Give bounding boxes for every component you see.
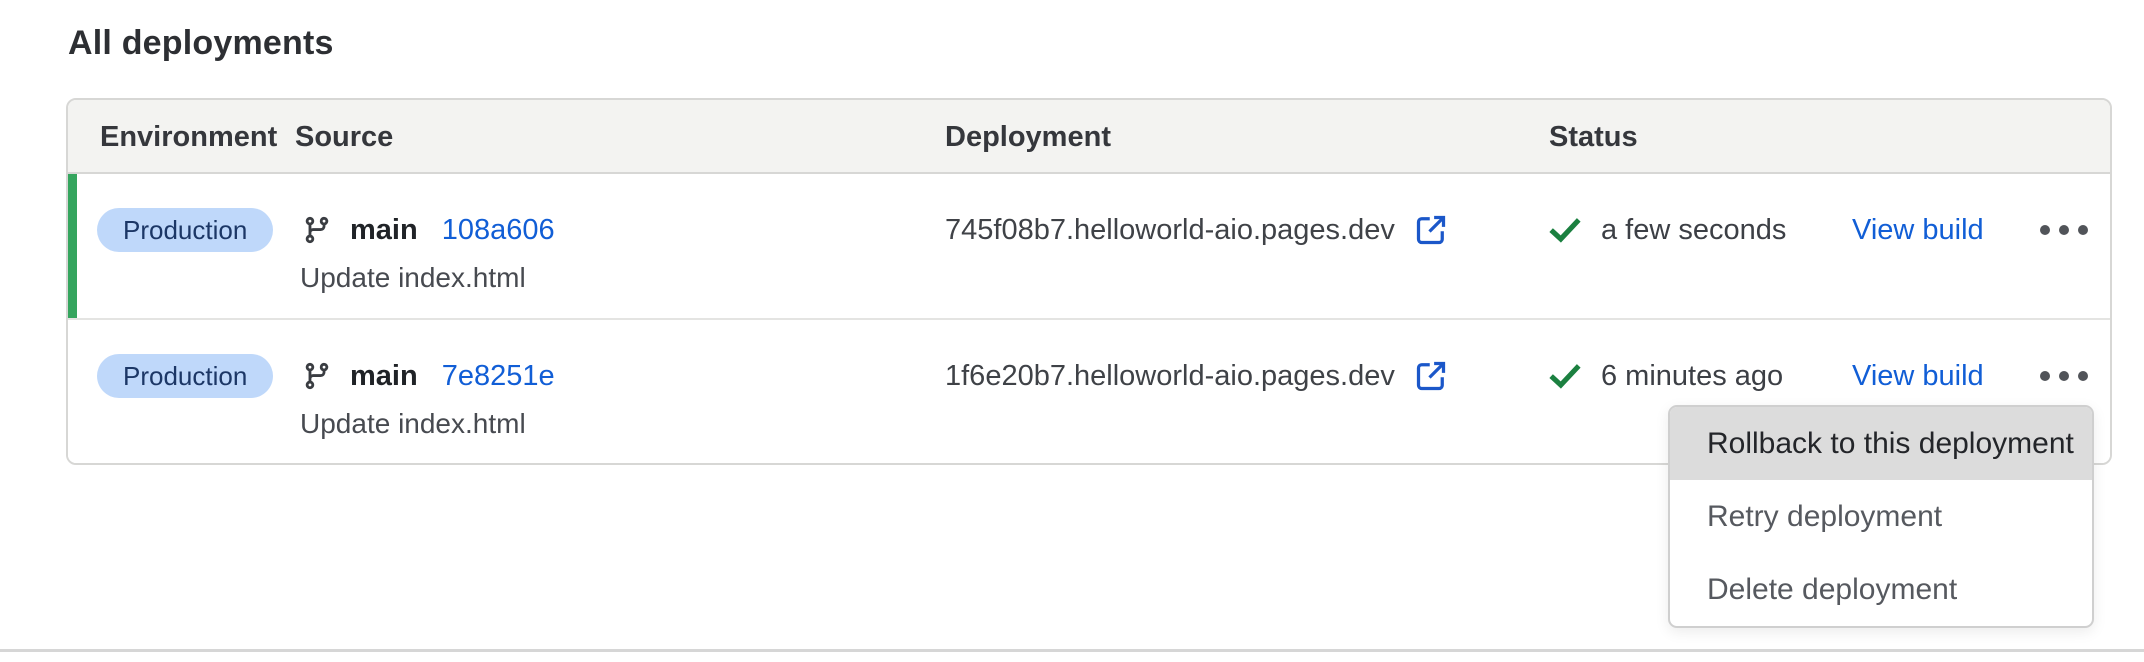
deployment-actions-button[interactable] <box>2022 354 2106 398</box>
ellipsis-icon <box>2040 225 2050 235</box>
source-cell: main 108a606 <box>302 208 555 252</box>
deployment-row: Production main 108a606 Update index.htm… <box>68 174 2110 318</box>
status-time: 6 minutes ago <box>1601 360 1783 393</box>
success-check-icon <box>1547 212 1583 248</box>
git-branch-icon <box>302 215 332 245</box>
deployment-actions-button[interactable] <box>2022 208 2106 252</box>
git-branch-icon <box>302 361 332 391</box>
status-cell: a few seconds <box>1547 208 1786 252</box>
column-header-source: Source <box>295 100 393 174</box>
environment-badge: Production <box>97 208 273 252</box>
column-header-status: Status <box>1549 100 1638 174</box>
table-header-row: Environment Source Deployment Status <box>68 100 2110 174</box>
status-cell: 6 minutes ago <box>1547 354 1783 398</box>
environment-badge: Production <box>97 354 273 398</box>
menu-item-rollback[interactable]: Rollback to this deployment <box>1670 407 2092 480</box>
menu-item-delete[interactable]: Delete deployment <box>1670 553 2092 626</box>
ellipsis-icon <box>2040 371 2050 381</box>
branch-name: main <box>350 360 418 393</box>
column-header-deployment: Deployment <box>945 100 1111 174</box>
status-time: a few seconds <box>1601 214 1786 247</box>
source-cell: main 7e8251e <box>302 354 555 398</box>
commit-link[interactable]: 108a606 <box>442 214 555 247</box>
menu-item-retry[interactable]: Retry deployment <box>1670 480 2092 553</box>
view-build-link[interactable]: View build <box>1852 208 1984 252</box>
commit-message: Update index.html <box>300 262 526 294</box>
external-link-icon[interactable] <box>1411 356 1451 396</box>
success-check-icon <box>1547 358 1583 394</box>
deployment-url: 745f08b7.helloworld-aio.pages.dev <box>945 214 1395 247</box>
commit-message: Update index.html <box>300 408 526 440</box>
deployment-actions-menu: Rollback to this deployment Retry deploy… <box>1668 405 2094 628</box>
deployment-cell: 745f08b7.helloworld-aio.pages.dev <box>945 208 1451 252</box>
deployment-url: 1f6e20b7.helloworld-aio.pages.dev <box>945 360 1395 393</box>
view-build-link[interactable]: View build <box>1852 354 1984 398</box>
section-divider <box>0 649 2144 652</box>
deployment-cell: 1f6e20b7.helloworld-aio.pages.dev <box>945 354 1451 398</box>
commit-link[interactable]: 7e8251e <box>442 360 555 393</box>
column-header-environment: Environment <box>100 100 277 174</box>
external-link-icon[interactable] <box>1411 210 1451 250</box>
branch-name: main <box>350 214 418 247</box>
page-title: All deployments <box>68 24 334 63</box>
